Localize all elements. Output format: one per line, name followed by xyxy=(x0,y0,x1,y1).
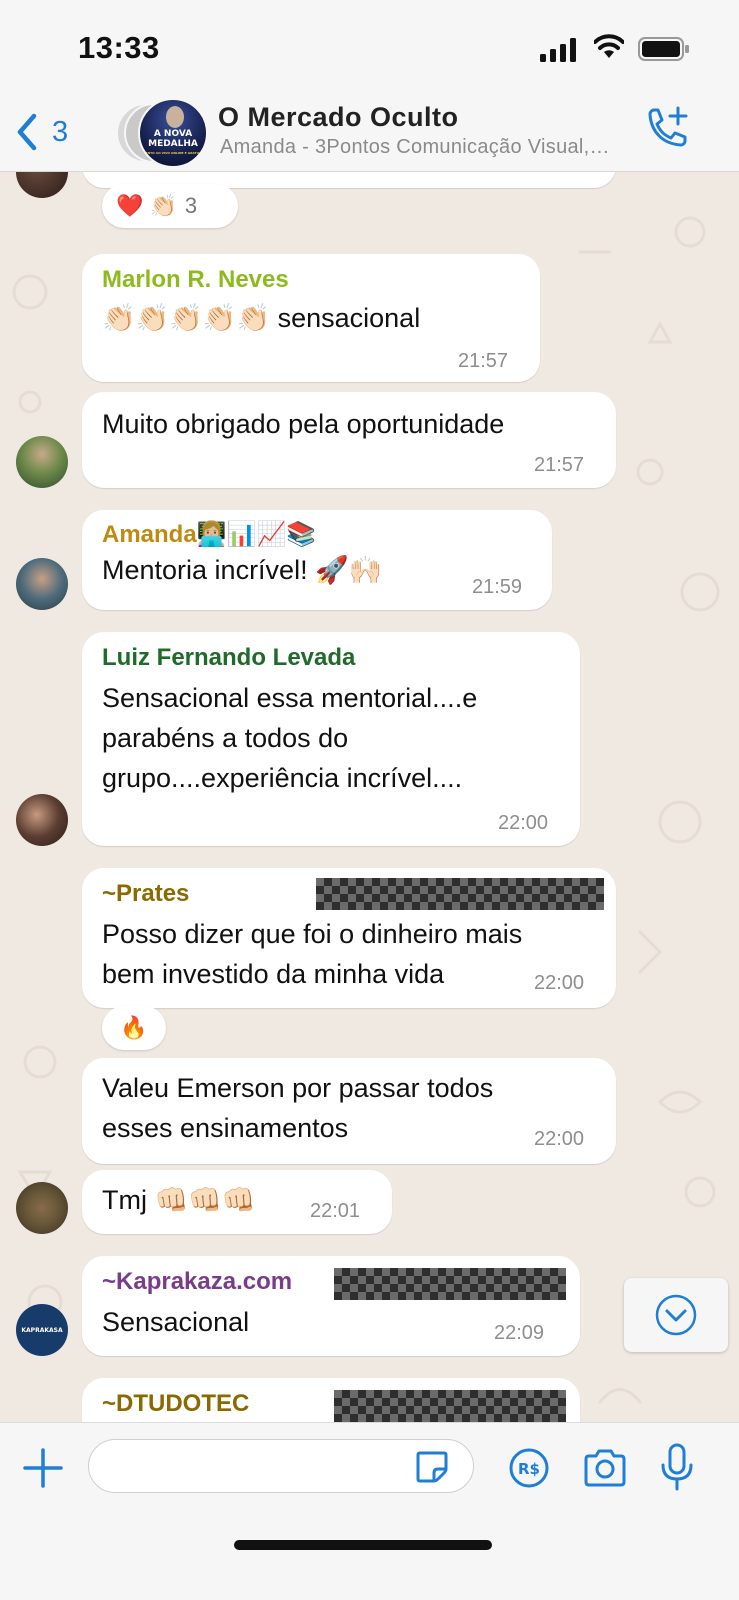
sender-name[interactable]: Luiz Fernando Levada xyxy=(102,644,355,672)
avatar-label: KAPRAKASA xyxy=(21,1326,63,1334)
timestamp: 22:09 xyxy=(494,1322,545,1344)
message-text: 👏🏻👏🏻👏🏻👏🏻👏🏻 sensacional xyxy=(102,303,421,333)
message-bubble[interactable]: ~Kaprakaza.com Sensacional 22:09 xyxy=(82,1256,580,1356)
plus-icon[interactable] xyxy=(22,1447,64,1489)
scroll-to-bottom-button[interactable] xyxy=(624,1278,728,1352)
reaction-emoji: 🔥 xyxy=(120,1015,148,1040)
status-bar: 13:33 xyxy=(0,0,739,96)
timestamp: 22:00 xyxy=(534,972,585,994)
battery-icon xyxy=(638,37,689,61)
message-bubble[interactable]: Amanda👩🏼‍💻📊📈📚 Mentoria incrível! 🚀🙌🏻 21:… xyxy=(82,510,552,610)
avatar[interactable]: KAPRAKASA xyxy=(16,1304,68,1356)
avatar-text: MEDALHA xyxy=(148,139,198,149)
message-text: Mentoria incrível! 🚀🙌🏻 xyxy=(102,555,383,585)
avatar[interactable] xyxy=(16,1182,68,1234)
reaction-pill[interactable]: ❤️ 👏🏻 3 xyxy=(102,184,238,228)
message-text: parabéns a todos do xyxy=(102,723,349,753)
participants-list[interactable]: Amanda - 3Pontos Comunicação Visual, Eme… xyxy=(220,136,612,159)
timestamp: 21:59 xyxy=(472,576,523,598)
avatar[interactable] xyxy=(16,794,68,846)
sender-name[interactable]: ~Prates xyxy=(102,880,189,908)
message-text: grupo....experiência incrível.... xyxy=(102,763,463,793)
chevron-down-icon xyxy=(655,1294,697,1336)
sticker-icon[interactable] xyxy=(414,1449,450,1485)
home-indicator xyxy=(234,1540,492,1550)
avatar[interactable] xyxy=(16,436,68,488)
group-name[interactable]: O Mercado Oculto xyxy=(218,102,459,133)
timestamp: 22:01 xyxy=(310,1200,361,1222)
group-avatar: A NOVA MEDALHA EVENTO AO VIVO ONLINE E G… xyxy=(138,98,208,168)
group-avatar-stack[interactable]: A NOVA MEDALHA EVENTO AO VIVO ONLINE E G… xyxy=(116,98,212,168)
redacted-phone xyxy=(334,1390,566,1422)
sender-name[interactable]: Amanda👩🏼‍💻📊📈📚 xyxy=(102,520,316,549)
message-text: Posso dizer que foi o dinheiro mais xyxy=(102,919,523,949)
chat-header: 3 A NOVA MEDALHA EVENTO AO VIVO ONLINE E… xyxy=(0,96,739,172)
camera-icon[interactable] xyxy=(582,1447,628,1489)
avatar-text: A NOVA xyxy=(153,129,193,139)
message-text: esses ensinamentos xyxy=(102,1113,349,1143)
chat-thread[interactable]: ❤️ 👏🏻 3 Marlon R. Neves 👏🏻👏🏻👏🏻👏🏻👏🏻 sensa… xyxy=(0,172,739,1452)
message-bubble[interactable]: ~Prates Posso dizer que foi o dinheiro m… xyxy=(82,868,616,1008)
sender-name[interactable]: Marlon R. Neves xyxy=(102,266,289,294)
timestamp: 21:57 xyxy=(534,454,585,476)
reaction-emoji: ❤️ 👏🏻 xyxy=(116,193,177,218)
timestamp: 22:00 xyxy=(534,1128,585,1150)
message-text: bem investido da minha vida xyxy=(102,959,445,989)
svg-text:R$: R$ xyxy=(518,1460,540,1478)
message-text: Muito obrigado pela oportunidade xyxy=(102,409,505,439)
reaction-pill[interactable]: 🔥 xyxy=(102,1006,166,1050)
message-bubble[interactable]: Tmj 👊🏻👊🏻👊🏻 22:01 xyxy=(82,1170,392,1234)
wifi-icon xyxy=(594,34,624,58)
avatar-text: EVENTO AO VIVO ONLINE E GRATUITO xyxy=(141,151,205,155)
unread-count: 3 xyxy=(52,115,69,148)
back-button[interactable]: 3 xyxy=(14,110,68,154)
payment-icon[interactable]: R$ xyxy=(508,1447,550,1489)
message-bubble[interactable]: Muito obrigado pela oportunidade 21:57 xyxy=(82,392,616,488)
sender-name[interactable]: ~Kaprakaza.com xyxy=(102,1268,292,1296)
cellular-signal-icon xyxy=(540,38,576,62)
clock: 13:33 xyxy=(78,30,160,65)
message-text: Valeu Emerson por passar todos xyxy=(102,1073,494,1103)
timestamp: 21:57 xyxy=(458,350,509,372)
sender-name[interactable]: ~DTUDOTEC xyxy=(102,1390,249,1418)
reaction-count: 3 xyxy=(184,193,198,218)
timestamp: 22:00 xyxy=(498,812,549,834)
message-bubble[interactable]: Marlon R. Neves 👏🏻👏🏻👏🏻👏🏻👏🏻 sensacional 2… xyxy=(82,254,540,382)
avatar[interactable] xyxy=(16,558,68,610)
microphone-icon[interactable] xyxy=(660,1443,694,1491)
message-bubble[interactable]: Luiz Fernando Levada Sensacional essa me… xyxy=(82,632,580,846)
redacted-phone xyxy=(334,1268,566,1300)
compose-bar: R$ xyxy=(0,1422,739,1600)
message-text: Tmj 👊🏻👊🏻👊🏻 xyxy=(102,1185,256,1215)
avatar-face xyxy=(166,106,184,128)
chevron-left-icon xyxy=(17,113,37,151)
add-call-icon[interactable] xyxy=(642,106,690,152)
message-text: Sensacional xyxy=(102,1307,250,1337)
message-text: Sensacional essa mentorial....e xyxy=(102,683,478,713)
message-bubble[interactable]: Valeu Emerson por passar todos esses ens… xyxy=(82,1058,616,1164)
redacted-phone xyxy=(316,878,604,910)
